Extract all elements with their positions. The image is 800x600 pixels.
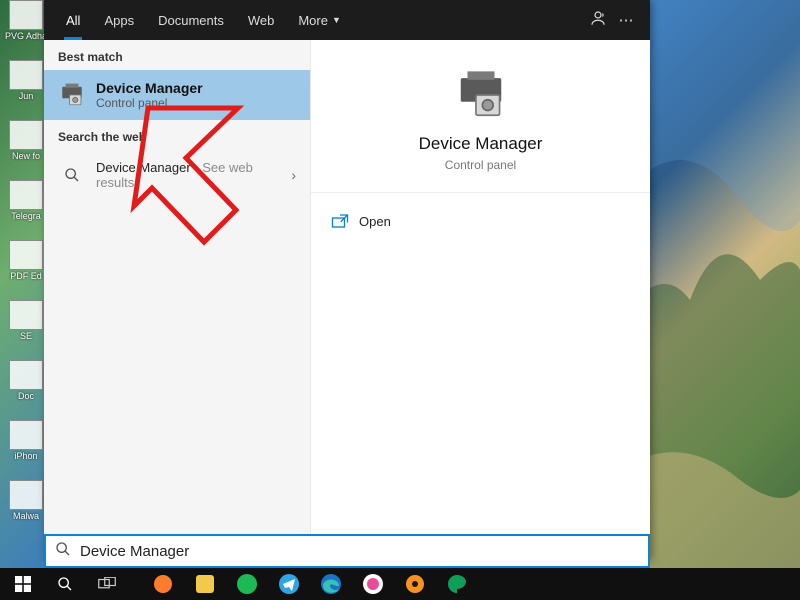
taskbar-app-itunes[interactable] [354,568,392,600]
result-device-manager[interactable]: Device Manager Control panel [44,70,310,120]
more-options-icon[interactable]: ⋯ [612,11,640,29]
tab-apps[interactable]: Apps [92,0,146,40]
result-subtitle: Control panel [96,96,203,110]
action-open[interactable]: Open [327,205,634,237]
chevron-right-icon: › [291,167,296,183]
device-manager-icon [58,82,86,108]
feedback-icon[interactable] [584,9,612,31]
result-preview-pane: Device Manager Control panel Open [310,40,650,560]
desktop-icon[interactable]: Malwa [4,480,48,536]
taskbar-search-button[interactable] [46,568,84,600]
section-best-match: Best match [44,40,310,70]
task-view-button[interactable] [88,568,126,600]
web-result-row[interactable]: Device Manager - See web results › [44,150,310,200]
desktop-icon[interactable]: SE [4,300,48,356]
taskbar-app[interactable] [396,568,434,600]
result-title: Device Manager [96,80,203,96]
device-manager-icon-large [453,70,509,120]
preview-subtitle: Control panel [321,158,640,172]
results-list: Best match Device Manager Control panel [44,40,310,560]
start-search-flyout: All Apps Documents Web More▼ ⋯ Best matc… [44,0,650,560]
desktop-icon[interactable]: PVG Adha [4,0,48,56]
chevron-down-icon: ▼ [332,15,341,25]
desktop-icon[interactable]: Telegra [4,180,48,236]
tab-documents[interactable]: Documents [146,0,236,40]
section-search-web: Search the web [44,120,310,150]
web-result-text: Device Manager - See web results [96,160,291,190]
search-icon [46,541,80,561]
desktop-icon[interactable]: Jun [4,60,48,116]
taskbar-app[interactable] [186,568,224,600]
taskbar-app-hangouts[interactable] [438,568,476,600]
tab-more[interactable]: More▼ [286,0,353,40]
tab-all[interactable]: All [54,0,92,40]
taskbar [0,568,800,600]
search-icon [58,162,86,188]
desktop-icon[interactable]: iPhon [4,420,48,476]
action-label: Open [359,214,391,229]
search-scope-tabs: All Apps Documents Web More▼ ⋯ [44,0,650,40]
search-bar[interactable] [44,534,650,568]
taskbar-app-telegram[interactable] [270,568,308,600]
search-input[interactable] [80,543,648,560]
desktop-icon[interactable]: PDF Ed [4,240,48,296]
open-icon [331,213,349,229]
taskbar-app[interactable] [144,568,182,600]
tab-web[interactable]: Web [236,0,287,40]
taskbar-app-edge[interactable] [312,568,350,600]
taskbar-app-spotify[interactable] [228,568,266,600]
start-button[interactable] [4,568,42,600]
desktop-icon[interactable]: Doc [4,360,48,416]
preview-title: Device Manager [321,134,640,154]
desktop-icon[interactable]: New fo [4,120,48,176]
